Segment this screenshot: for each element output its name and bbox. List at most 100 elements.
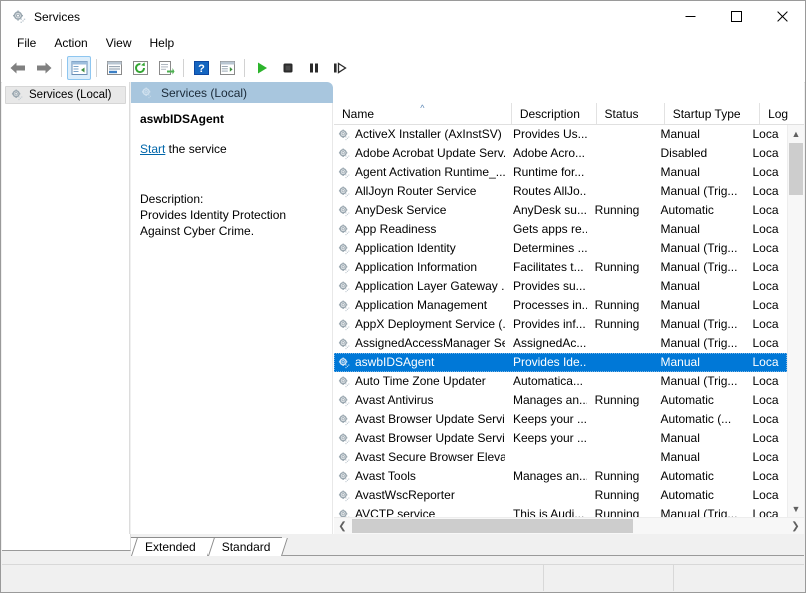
table-row[interactable]: AllJoyn Router ServiceRoutes AllJo...Man… — [334, 182, 787, 201]
tab-extended-label: Extended — [145, 540, 196, 554]
cell-log-on-as: Locа — [744, 144, 787, 163]
forward-icon[interactable] — [32, 56, 56, 80]
cell-name-label: ActiveX Installer (AxInstSV) — [355, 125, 502, 144]
column-header-log-on-as[interactable]: Log — [760, 103, 804, 124]
stop-service-icon[interactable] — [276, 56, 300, 80]
menu-action[interactable]: Action — [45, 35, 96, 52]
services-gear-icon — [337, 204, 351, 218]
show-hide-console-tree-icon[interactable] — [67, 56, 91, 80]
chevron-down-icon[interactable]: ▼ — [788, 500, 804, 517]
menu-view[interactable]: View — [97, 35, 141, 52]
tab-standard[interactable]: Standard — [208, 537, 283, 556]
table-row[interactable]: App ReadinessGets apps re...ManualLocа — [334, 220, 787, 239]
console-content: Services (Local) — [2, 82, 804, 534]
services-gear-icon — [337, 432, 351, 446]
list-body[interactable]: ActiveX Installer (AxInstSV)Provides Us.… — [334, 125, 787, 517]
cell-description: Manages an... — [505, 467, 587, 486]
cell-status — [587, 277, 653, 296]
services-gear-icon — [337, 185, 351, 199]
vertical-scrollbar[interactable]: ▲ ▼ — [787, 125, 804, 517]
column-header-status-label: Status — [605, 107, 639, 121]
cell-name: AllJoyn Router Service — [334, 182, 505, 201]
minimize-button[interactable] — [667, 1, 713, 32]
table-row[interactable]: AVCTP serviceThis is Audi...RunningManua… — [334, 505, 787, 517]
start-service-icon[interactable] — [250, 56, 274, 80]
vertical-scrollbar-thumb[interactable] — [789, 143, 803, 195]
back-icon[interactable] — [6, 56, 30, 80]
table-row[interactable]: Agent Activation Runtime_...Runtime for.… — [334, 163, 787, 182]
cell-startup-type: Disabled — [653, 144, 745, 163]
close-button[interactable] — [759, 1, 805, 32]
toolbar-separator-2 — [96, 59, 97, 77]
horizontal-scrollbar-thumb[interactable] — [352, 519, 633, 533]
properties-icon[interactable] — [102, 56, 126, 80]
menu-file[interactable]: File — [8, 35, 45, 52]
sort-ascending-icon: ^ — [420, 104, 424, 113]
restart-service-icon[interactable] — [328, 56, 352, 80]
cell-name-label: AnyDesk Service — [355, 201, 446, 220]
table-row[interactable]: Application InformationFacilitates t...R… — [334, 258, 787, 277]
status-pane-2 — [544, 565, 674, 591]
table-row[interactable]: ActiveX Installer (AxInstSV)Provides Us.… — [334, 125, 787, 144]
cell-name-label: Application Layer Gateway ... — [355, 277, 505, 296]
table-row[interactable]: Application Layer Gateway ...Provides su… — [334, 277, 787, 296]
table-row[interactable]: aswbIDSAgentProvides Ide...ManualLocа — [334, 353, 787, 372]
service-detail-pane: aswbIDSAgent Start the service Descripti… — [131, 103, 333, 534]
window-controls — [667, 1, 805, 32]
cell-log-on-as: Locа — [744, 505, 787, 517]
table-row[interactable]: Avast ToolsManages an...RunningAutomatic… — [334, 467, 787, 486]
cell-name: Avast Secure Browser Elevat... — [334, 448, 505, 467]
services-gear-icon — [11, 9, 27, 25]
cell-name-label: Avast Browser Update Servi... — [355, 410, 505, 429]
table-row[interactable]: Avast Browser Update Servi...Keeps your … — [334, 429, 787, 448]
cell-startup-type: Manual — [653, 125, 745, 144]
tree-item-services-local[interactable]: Services (Local) — [5, 86, 126, 104]
title-bar: Services — [1, 1, 805, 32]
cell-status: Running — [587, 315, 653, 334]
table-row[interactable]: AssignedAccessManager Se...AssignedAc...… — [334, 334, 787, 353]
menu-help[interactable]: Help — [141, 35, 184, 52]
cell-startup-type: Manual — [653, 429, 745, 448]
table-row[interactable]: AnyDesk ServiceAnyDesk su...RunningAutom… — [334, 201, 787, 220]
pause-service-icon[interactable] — [302, 56, 326, 80]
cell-description: Adobe Acro... — [505, 144, 587, 163]
cell-name: AssignedAccessManager Se... — [334, 334, 505, 353]
table-row[interactable]: Adobe Acrobat Update Serv...Adobe Acro..… — [334, 144, 787, 163]
cell-log-on-as: Locа — [744, 315, 787, 334]
cell-description: Provides Ide... — [505, 353, 587, 372]
console-tree-pane: Services (Local) — [2, 82, 130, 534]
table-row[interactable]: Avast Secure Browser Elevat...ManualLocа — [334, 448, 787, 467]
column-header-startup-type[interactable]: Startup Type — [665, 103, 760, 124]
chevron-left-icon[interactable]: ❮ — [334, 518, 351, 534]
help-icon[interactable]: ? — [189, 56, 213, 80]
column-header-description[interactable]: Description — [512, 103, 597, 124]
table-row[interactable]: AppX Deployment Service (...Provides inf… — [334, 315, 787, 334]
cell-status — [587, 448, 653, 467]
table-row[interactable]: Avast AntivirusManages an...RunningAutom… — [334, 391, 787, 410]
column-header-name-label: Name — [342, 107, 374, 121]
cell-startup-type: Manual — [653, 163, 745, 182]
tabs-left-filler — [2, 534, 131, 551]
services-gear-icon — [337, 489, 351, 503]
tree-item-label: Services (Local) — [29, 89, 111, 101]
refresh-icon[interactable] — [128, 56, 152, 80]
cell-name: Application Information — [334, 258, 505, 277]
column-header-status[interactable]: Status — [597, 103, 665, 124]
cell-startup-type: Manual (Trig... — [653, 239, 745, 258]
horizontal-scrollbar[interactable]: ❮ ❯ — [334, 517, 804, 534]
maximize-button[interactable] — [713, 1, 759, 32]
table-row[interactable]: Application ManagementProcesses in...Run… — [334, 296, 787, 315]
show-action-pane-icon[interactable] — [215, 56, 239, 80]
export-list-icon[interactable] — [154, 56, 178, 80]
table-row[interactable]: Auto Time Zone UpdaterAutomatica...Manua… — [334, 372, 787, 391]
chevron-right-icon[interactable]: ❯ — [787, 518, 804, 534]
column-header-name[interactable]: Name ^ — [334, 103, 512, 124]
chevron-up-icon[interactable]: ▲ — [788, 125, 804, 142]
table-row[interactable]: AvastWscReporterRunningAutomaticLocа — [334, 486, 787, 505]
table-row[interactable]: Application IdentityDetermines ...Manual… — [334, 239, 787, 258]
table-row[interactable]: Avast Browser Update Servi...Keeps your … — [334, 410, 787, 429]
tab-extended[interactable]: Extended — [131, 537, 208, 556]
results-pane-header-label: Services (Local) — [161, 86, 247, 100]
column-header-description-label: Description — [520, 107, 580, 121]
start-service-link[interactable]: Start — [140, 142, 165, 156]
